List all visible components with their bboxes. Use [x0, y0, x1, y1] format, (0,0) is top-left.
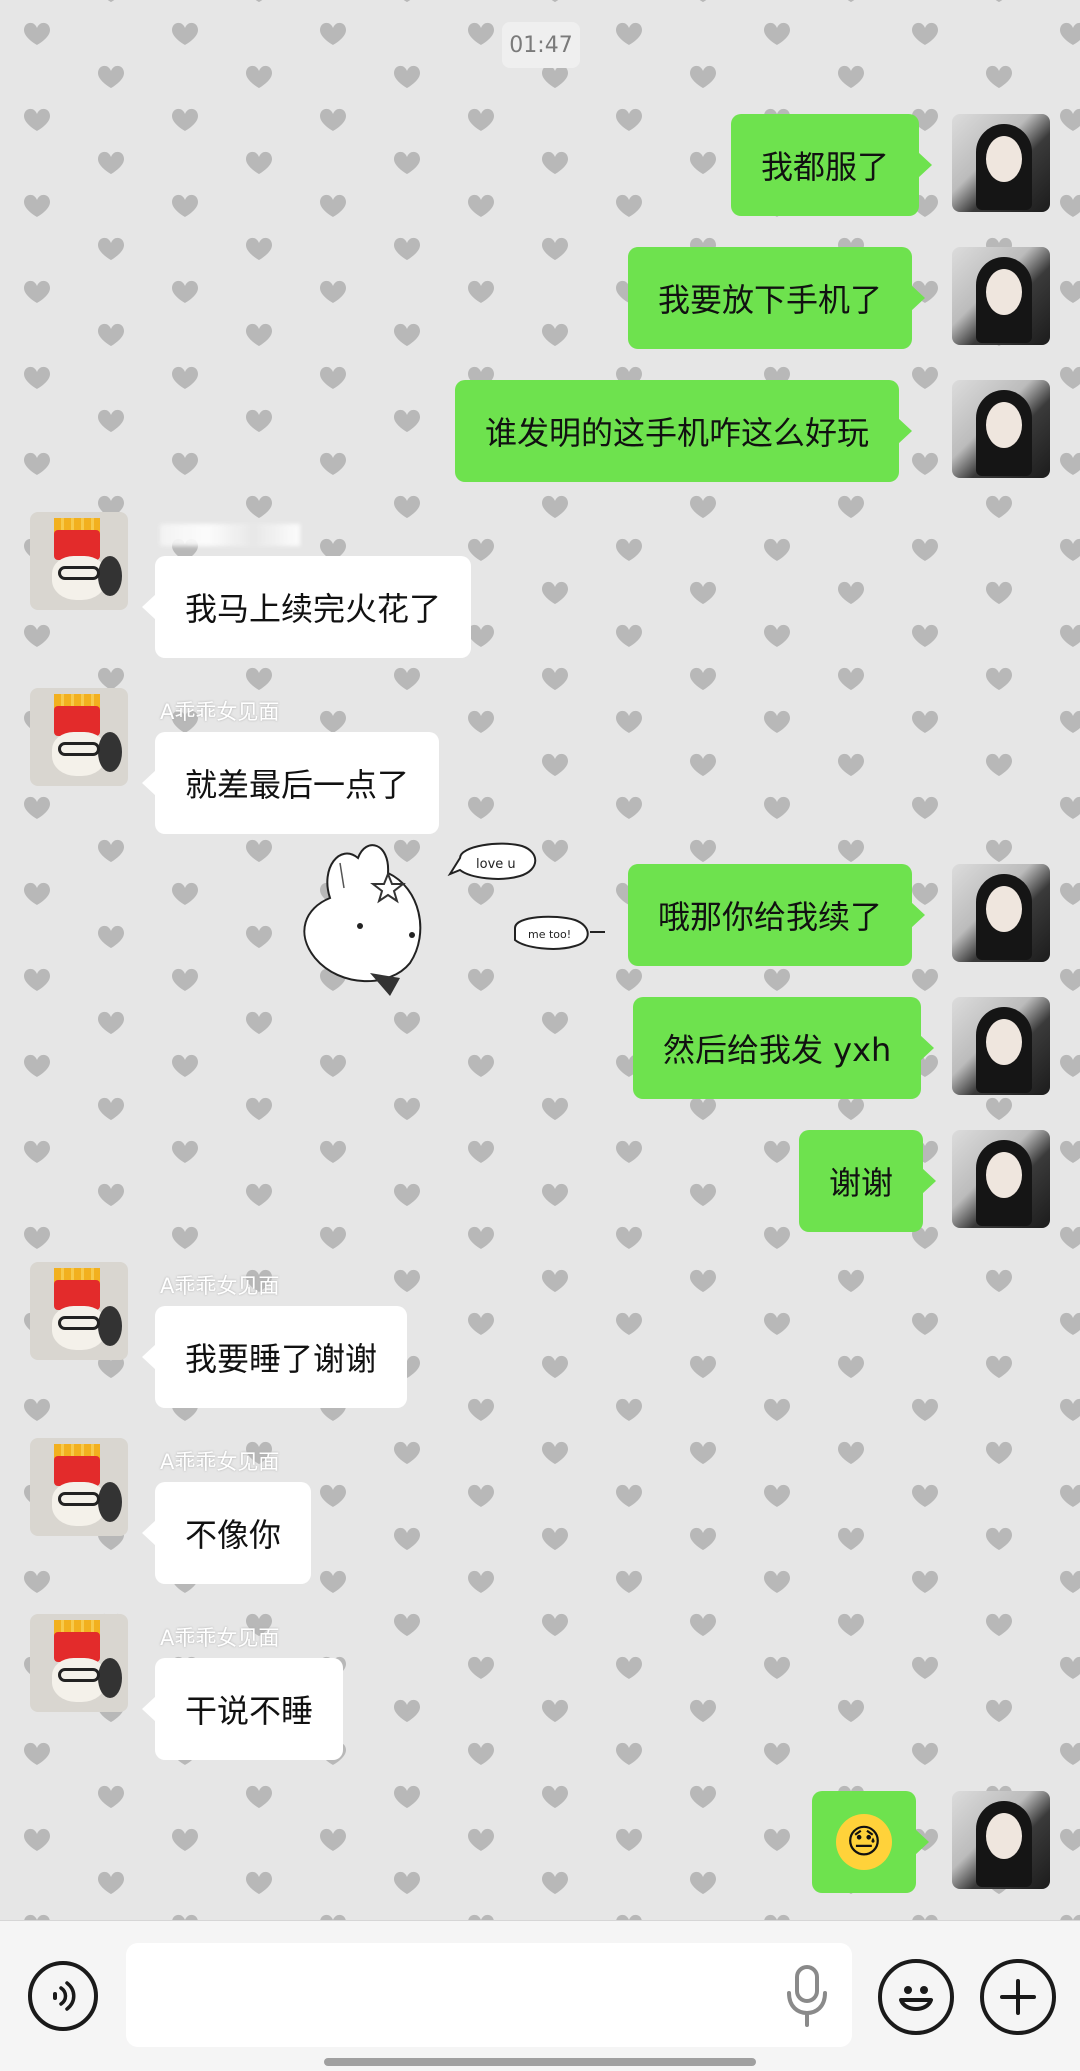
- message-bubble-sent[interactable]: 哦那你给我续了: [628, 864, 926, 966]
- my-avatar[interactable]: [952, 864, 1050, 962]
- voice-toggle-button[interactable]: [28, 1961, 98, 2031]
- message-bubble-sent[interactable]: 谢谢: [799, 1130, 937, 1232]
- my-avatar[interactable]: [952, 1130, 1050, 1228]
- voice-icon: [53, 1981, 76, 2011]
- message-bubble-sent[interactable]: 谁发明的这手机咋这么好玩: [455, 380, 913, 482]
- more-button[interactable]: [980, 1959, 1056, 2035]
- contact-avatar[interactable]: [30, 512, 128, 610]
- message-input[interactable]: [126, 1943, 852, 2047]
- message-bubble-received[interactable]: 干说不睡: [141, 1658, 344, 1760]
- bunny-sticker[interactable]: love u me too!: [300, 838, 630, 1018]
- my-avatar[interactable]: [952, 380, 1050, 478]
- sender-name: A乖乖女见面: [160, 1450, 280, 1474]
- sticker-text-love: love u: [476, 857, 516, 872]
- sender-name-blurred: [160, 524, 300, 546]
- message-bubble-received[interactable]: 就差最后一点了: [141, 732, 440, 834]
- message-composer: [0, 1920, 1080, 2071]
- timestamp: 01:47: [502, 22, 580, 68]
- message-bubble-sent[interactable]: 我都服了: [731, 114, 933, 216]
- message-bubble-sent-emoji[interactable]: 😓: [812, 1791, 929, 1893]
- my-avatar[interactable]: [952, 247, 1050, 345]
- emoji-button[interactable]: [878, 1959, 954, 2035]
- message-bubble-received[interactable]: 我要睡了谢谢: [141, 1306, 408, 1408]
- sender-name: A乖乖女见面: [160, 1274, 280, 1298]
- microphone-icon[interactable]: [780, 1963, 834, 2029]
- contact-avatar[interactable]: [30, 1438, 128, 1536]
- my-avatar[interactable]: [952, 997, 1050, 1095]
- sticker-text-metoo: me too!: [528, 928, 571, 941]
- sender-name: A乖乖女见面: [160, 700, 280, 724]
- message-bubble-received[interactable]: 我马上续完火花了: [141, 556, 472, 658]
- emoji-icon: [899, 1986, 933, 2011]
- my-avatar[interactable]: [952, 114, 1050, 212]
- home-indicator: [324, 2058, 756, 2066]
- contact-avatar[interactable]: [30, 1262, 128, 1360]
- sender-name: A乖乖女见面: [160, 1626, 280, 1650]
- sweat-emoji-icon: 😓: [836, 1814, 892, 1870]
- message-bubble-sent[interactable]: 我要放下手机了: [628, 247, 926, 349]
- my-avatar[interactable]: [952, 1791, 1050, 1889]
- message-bubble-sent[interactable]: 然后给我发 yxh: [633, 997, 935, 1099]
- contact-avatar[interactable]: [30, 688, 128, 786]
- plus-icon: [1000, 1979, 1036, 2015]
- contact-avatar[interactable]: [30, 1614, 128, 1712]
- message-bubble-received[interactable]: 不像你: [141, 1482, 312, 1584]
